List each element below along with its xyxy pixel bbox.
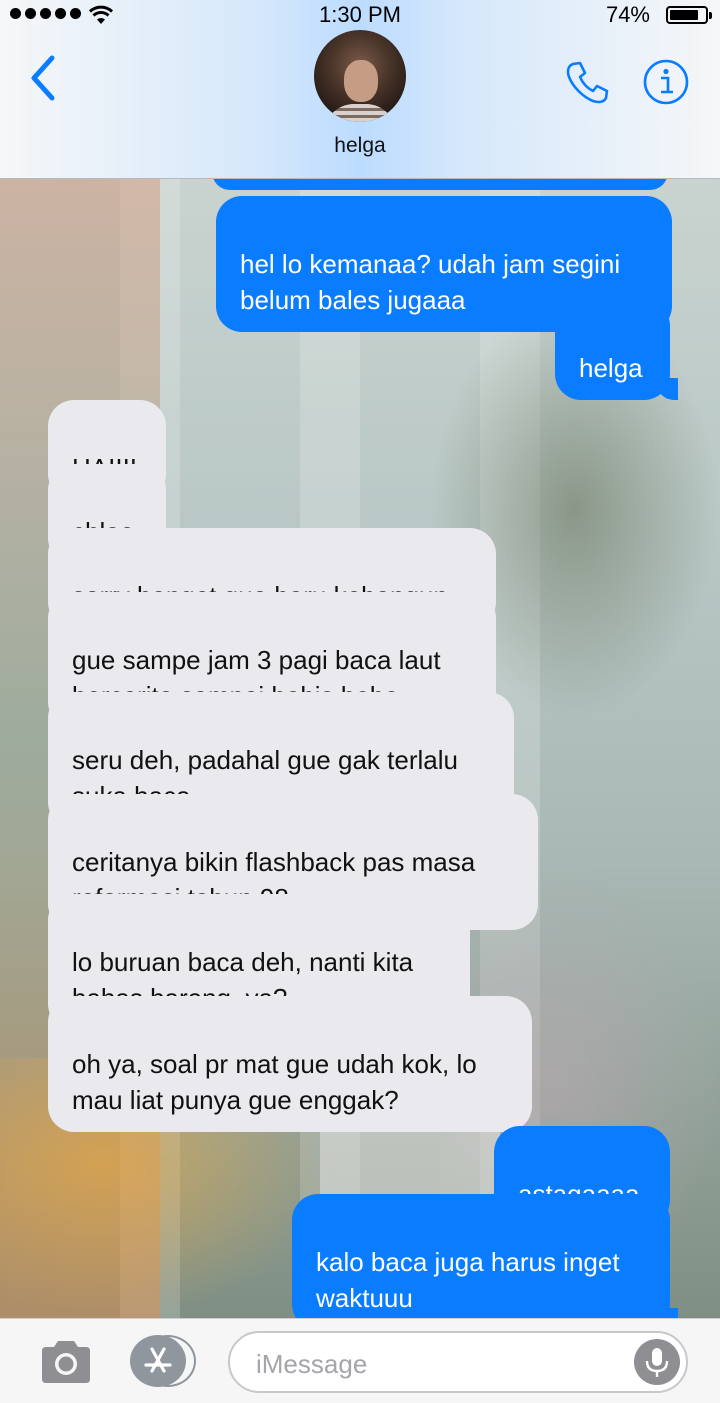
app-store-button[interactable]	[130, 1335, 196, 1387]
message-bubble-incoming[interactable]: oh ya, soal pr mat gue udah kok, lo mau …	[48, 996, 532, 1132]
message-bubble-partial	[212, 178, 668, 190]
battery-icon	[666, 6, 712, 24]
message-text: oh ya, soal pr mat gue udah kok, lo mau …	[72, 1049, 477, 1115]
battery-percentage: 74%	[605, 2, 650, 27]
contact-name[interactable]: helga	[0, 134, 720, 158]
back-button[interactable]	[24, 52, 64, 104]
status-bar: 1:30 PM 74%	[0, 0, 720, 30]
info-icon	[643, 59, 689, 105]
compose-bar	[0, 1318, 720, 1403]
microphone-button[interactable]	[634, 1339, 680, 1385]
microphone-icon	[645, 1348, 669, 1377]
message-bubble-outgoing[interactable]: kalo baca juga harus inget waktuuu	[292, 1194, 678, 1318]
call-button[interactable]	[563, 58, 611, 106]
info-button[interactable]	[642, 58, 690, 106]
message-bubble-outgoing[interactable]: helga	[555, 300, 678, 400]
message-text: helga	[579, 353, 643, 383]
conversation-header: 1:30 PM 74% helga	[0, 0, 720, 179]
chevron-left-icon	[31, 55, 55, 101]
contact-avatar[interactable]	[314, 30, 406, 122]
camera-button[interactable]	[38, 1339, 94, 1385]
message-input[interactable]	[254, 1341, 638, 1387]
app-store-icon	[144, 1347, 172, 1373]
camera-icon	[42, 1341, 90, 1383]
phone-icon	[566, 61, 609, 104]
message-input-container[interactable]	[228, 1331, 688, 1393]
message-text: hel lo kemanaa? udah jam segini belum ba…	[240, 249, 621, 315]
message-text: kalo baca juga harus inget waktuuu	[316, 1247, 620, 1313]
message-thread[interactable]: hel lo kemanaa? udah jam segini belum ba…	[0, 178, 720, 1318]
